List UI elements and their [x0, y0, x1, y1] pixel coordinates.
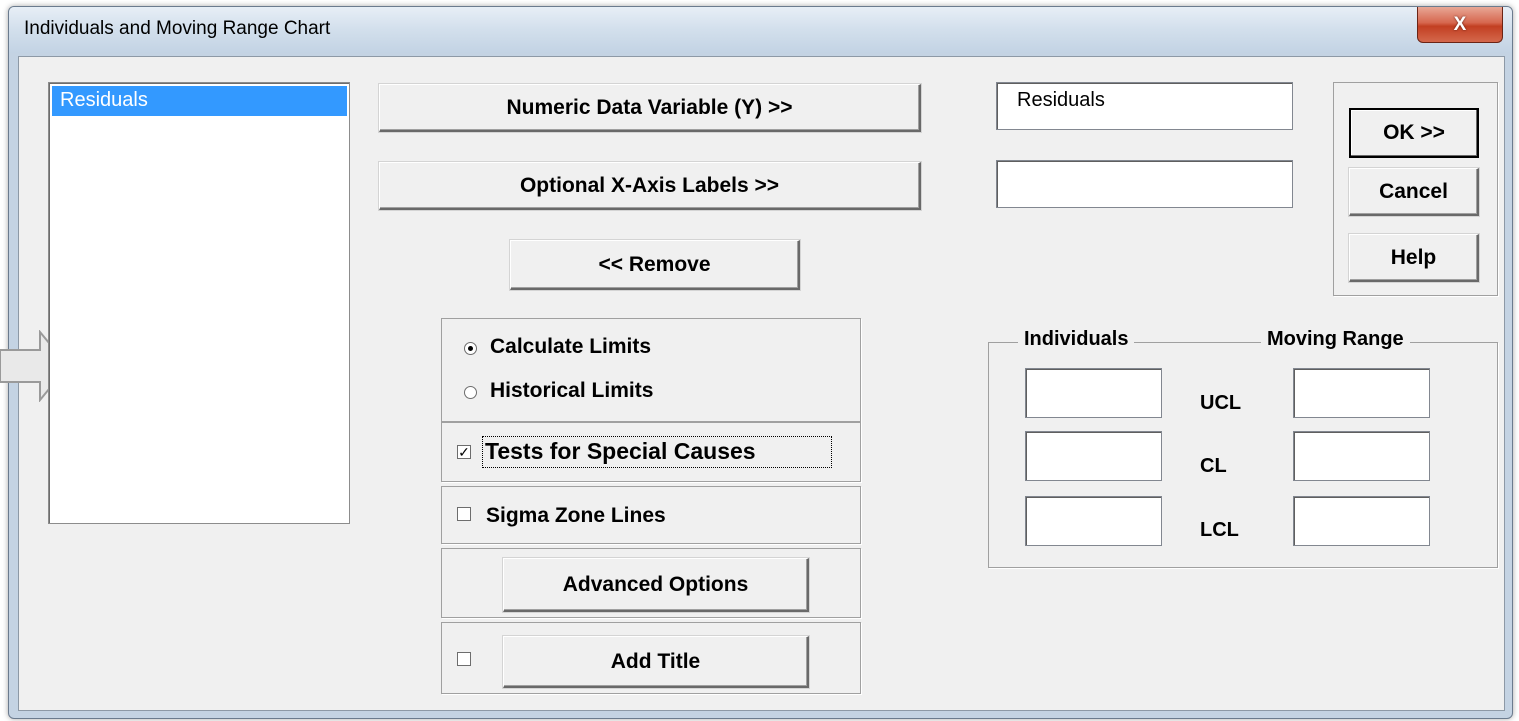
advanced-options-label: Advanced Options [562, 572, 749, 596]
individuals-cl-field[interactable] [1025, 431, 1162, 481]
close-button[interactable]: X [1417, 7, 1503, 43]
cancel-button[interactable]: Cancel [1349, 168, 1479, 216]
moving-range-header: Moving Range [1261, 328, 1410, 351]
numeric-data-variable-label: Numeric Data Variable (Y) >> [506, 95, 793, 119]
add-title-checkbox[interactable] [457, 652, 471, 666]
add-title-label: Add Title [610, 649, 701, 673]
calculate-limits-label[interactable]: Calculate Limits [490, 335, 651, 359]
lcl-label: LCL [1200, 519, 1239, 541]
help-button[interactable]: Help [1349, 234, 1479, 282]
window-title: Individuals and Moving Range Chart [24, 18, 331, 39]
close-icon: X [1453, 13, 1467, 35]
sigma-zone-lines-checkbox[interactable] [457, 507, 471, 521]
individuals-ucl-field[interactable] [1025, 368, 1162, 418]
ok-button[interactable]: OK >> [1349, 108, 1479, 158]
cancel-label: Cancel [1379, 179, 1448, 203]
x-axis-labels-button[interactable]: Optional X-Axis Labels >> [379, 162, 921, 210]
tests-special-causes-label[interactable]: Tests for Special Causes [482, 436, 832, 468]
moving-range-cl-field[interactable] [1293, 431, 1430, 481]
advanced-options-button[interactable]: Advanced Options [503, 558, 809, 612]
radio-selected-dot [468, 346, 473, 351]
moving-range-lcl-field[interactable] [1293, 496, 1430, 546]
limits-group [441, 318, 861, 422]
historical-limits-label[interactable]: Historical Limits [490, 379, 653, 403]
x-axis-labels-field[interactable] [996, 160, 1293, 208]
list-item-residuals[interactable]: Residuals [52, 86, 347, 116]
sigma-zone-lines-label[interactable]: Sigma Zone Lines [486, 504, 666, 528]
individuals-lcl-field[interactable] [1025, 496, 1162, 546]
help-label: Help [1390, 245, 1437, 269]
add-title-button[interactable]: Add Title [503, 636, 809, 688]
variables-listbox[interactable] [48, 82, 350, 524]
cl-label: CL [1200, 455, 1227, 477]
x-axis-labels-label: Optional X-Axis Labels >> [519, 173, 780, 197]
ucl-label: UCL [1200, 392, 1242, 414]
numeric-data-variable-button[interactable]: Numeric Data Variable (Y) >> [379, 84, 921, 132]
remove-button[interactable]: << Remove [510, 240, 800, 290]
calculate-limits-radio[interactable] [464, 342, 477, 355]
historical-limits-radio[interactable] [464, 386, 477, 399]
numeric-y-field[interactable]: Residuals [996, 82, 1293, 130]
moving-range-ucl-field[interactable] [1293, 368, 1430, 418]
ok-label: OK >> [1383, 121, 1445, 144]
remove-label: << Remove [598, 252, 711, 276]
tests-special-causes-checkbox[interactable]: ✓ [457, 445, 471, 459]
individuals-header: Individuals [1018, 328, 1135, 351]
